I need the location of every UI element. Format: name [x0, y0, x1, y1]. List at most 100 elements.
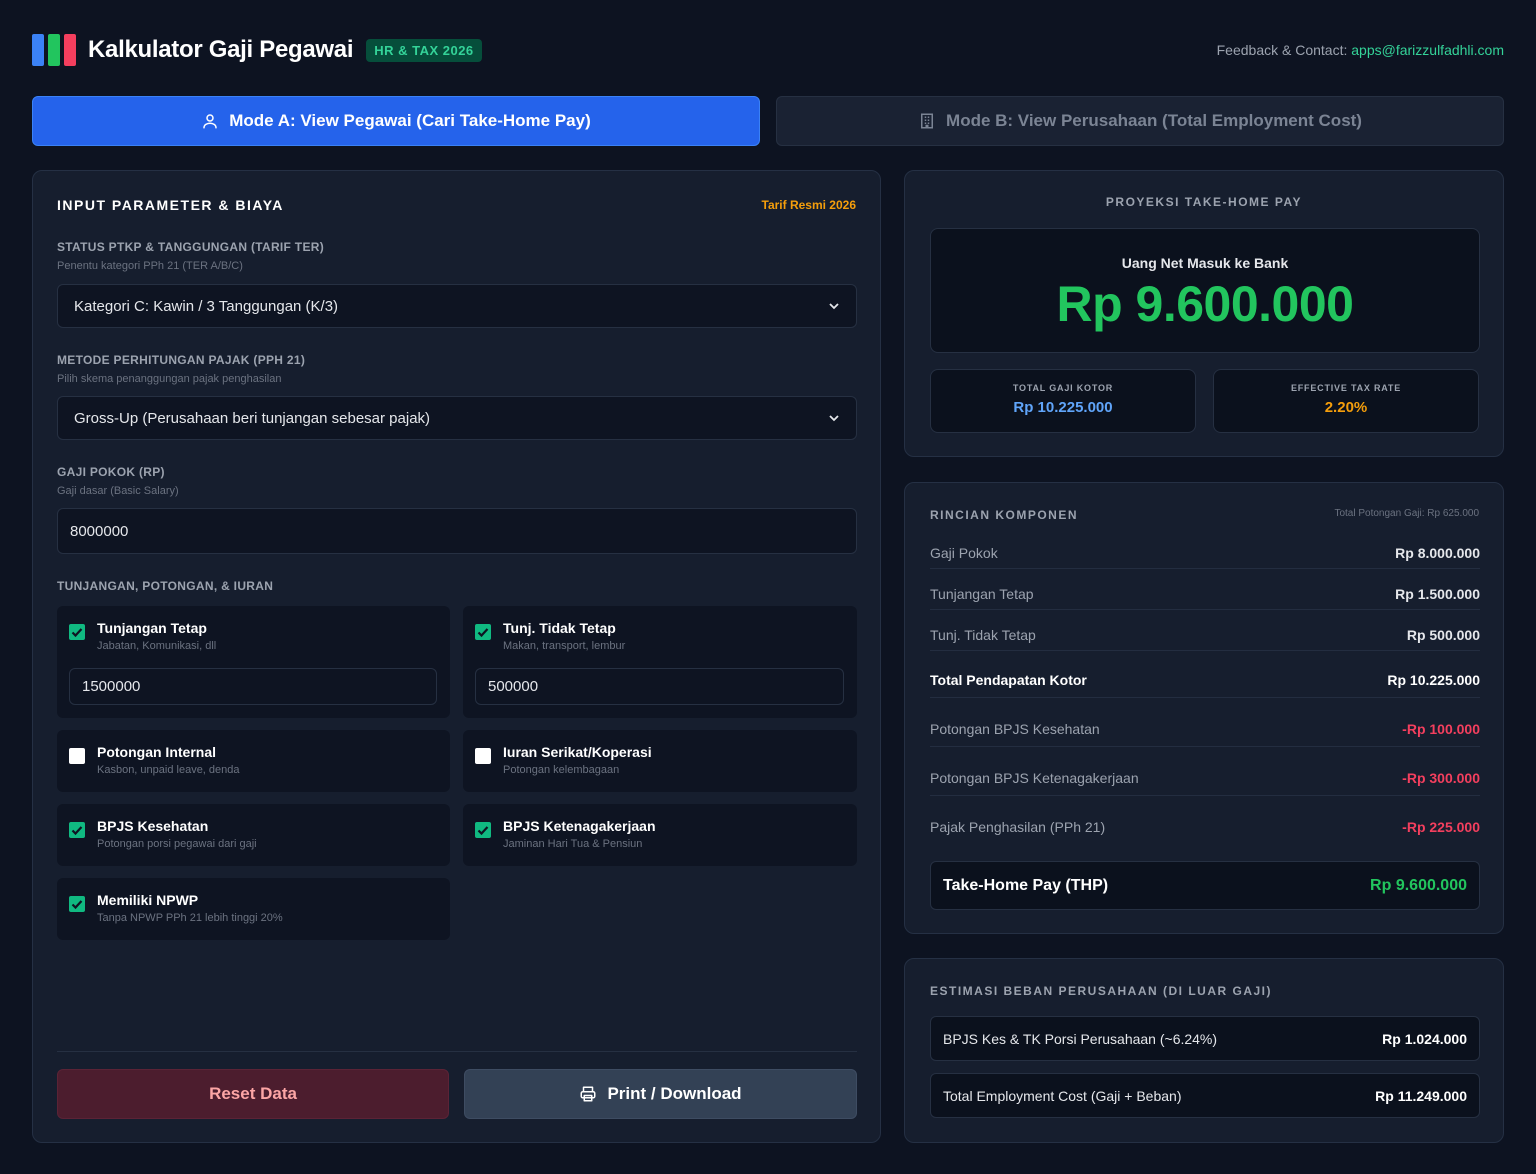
gaji-kotor-label: TOTAL GAJI KOTOR	[1012, 383, 1114, 393]
bpjs-kesehatan-checkbox[interactable]	[69, 822, 85, 838]
net-pay-value: Rp 9.600.000	[1056, 276, 1354, 332]
ptkp-label: STATUS PTKP & TANGGUNGAN (TARIF TER)	[57, 240, 325, 254]
user-icon	[203, 114, 217, 129]
tunjangan-tetap-card: Tunjangan Tetap Jabatan, Komunikasi, dll…	[57, 606, 450, 718]
beban-row-value: Rp 1.024.000	[1382, 1030, 1467, 1047]
bpjs-kesehatan-sub: Potongan porsi pegawai dari gaji	[97, 838, 257, 850]
input-panel-title: INPUT PARAMETER & BIAYA	[57, 197, 284, 213]
beban-panel: ESTIMASI BEBAN PERUSAHAAN (DI LUAR GAJI)…	[904, 958, 1504, 1143]
metode-select-value: Gross-Up (Perusahaan beri tunjangan sebe…	[74, 409, 431, 427]
printer-icon	[580, 1086, 596, 1102]
tunj-tidak-tetap-sub: Makan, transport, lembur	[503, 640, 626, 652]
tab-mode-a[interactable]: Mode A: View Pegawai (Cari Take-Home Pay…	[32, 96, 760, 146]
building-icon	[921, 113, 934, 129]
beban-row: Total Employment Cost (Gaji + Beban) Rp …	[930, 1073, 1480, 1118]
gaji-kotor-box: TOTAL GAJI KOTOR Rp 10.225.000	[930, 369, 1196, 433]
proyeksi-title: PROYEKSI TAKE-HOME PAY	[1105, 195, 1303, 209]
tunj-tidak-tetap-checkbox[interactable]	[475, 624, 491, 640]
tab-mode-b-label: Mode B: View Perusahaan (Total Employmen…	[946, 111, 1362, 130]
tunjangan-tetap-sub: Jabatan, Komunikasi, dll	[97, 640, 217, 652]
contact-info: Feedback & Contact: apps@farizzulfadhli.…	[1217, 42, 1504, 58]
check-icon	[477, 628, 489, 638]
tunjangan-tetap-checkbox[interactable]	[69, 624, 85, 640]
rincian-row: Pajak Penghasilan (PPh 21) -Rp 225.000	[930, 819, 1480, 835]
input-panel: INPUT PARAMETER & BIAYA Tarif Resmi 2026…	[32, 170, 881, 1143]
rincian-row: Tunj. Tidak Tetap Rp 500.000	[930, 627, 1480, 643]
net-pay-label: Uang Net Masuk ke Bank	[1121, 255, 1289, 271]
metode-select[interactable]: Gross-Up (Perusahaan beri tunjangan sebe…	[57, 396, 857, 440]
contact-email-link[interactable]: apps@farizzulfadhli.com	[1351, 42, 1504, 58]
tunj-tidak-tetap-title: Tunj. Tidak Tetap	[503, 620, 616, 636]
tunj-tidak-tetap-card: Tunj. Tidak Tetap Makan, transport, lemb…	[463, 606, 857, 718]
check-icon	[71, 826, 83, 836]
iuran-serikat-checkbox[interactable]	[475, 748, 491, 764]
rincian-row: Potongan BPJS Kesehatan -Rp 100.000	[930, 721, 1480, 737]
npwp-checkbox[interactable]	[69, 896, 85, 912]
beban-row-label: BPJS Kes & TK Porsi Perusahaan (~6.24%)	[943, 1030, 1218, 1047]
thp-value: Rp 9.600.000	[1370, 876, 1467, 894]
reset-button[interactable]: Reset Data	[57, 1069, 449, 1119]
total-potongan: Total Potongan Gaji: Rp 625.000	[1334, 508, 1479, 519]
iuran-serikat-card: Iuran Serikat/Koperasi Potongan kelembag…	[463, 730, 857, 792]
rincian-row-value: Rp 1.500.000	[1395, 586, 1480, 602]
chevron-down-icon	[829, 303, 839, 310]
rincian-row-value: -Rp 300.000	[1402, 770, 1480, 786]
potongan-internal-card: Potongan Internal Kasbon, unpaid leave, …	[57, 730, 450, 792]
bpjs-kesehatan-title: BPJS Kesehatan	[97, 818, 209, 834]
rincian-row-value: Rp 500.000	[1406, 627, 1480, 643]
potongan-internal-checkbox[interactable]	[69, 748, 85, 764]
tunjangan-tetap-input[interactable]: 1500000	[69, 668, 437, 705]
app-title: Kalkulator Gaji Pegawai	[88, 36, 354, 63]
contact-label: Feedback & Contact:	[1216, 42, 1348, 58]
ptkp-select[interactable]: Kategori C: Kawin / 3 Tanggungan (K/3)	[57, 284, 857, 328]
proyeksi-panel: PROYEKSI TAKE-HOME PAY Uang Net Masuk ke…	[904, 170, 1504, 457]
bpjs-ketenagakerjaan-checkbox[interactable]	[475, 822, 491, 838]
metode-label: METODE PERHITUNGAN PAJAK (PPH 21)	[57, 353, 306, 367]
gaji-sub: Gaji dasar (Basic Salary)	[57, 485, 179, 497]
rincian-row-total: Total Pendapatan Kotor Rp 10.225.000	[930, 672, 1480, 688]
rincian-row-label: Gaji Pokok	[930, 545, 998, 561]
gaji-kotor-value: Rp 10.225.000	[1013, 399, 1113, 416]
tab-mode-b[interactable]: Mode B: View Perusahaan (Total Employmen…	[776, 96, 1504, 146]
print-button[interactable]: Print / Download	[464, 1069, 857, 1119]
rincian-row: Gaji Pokok Rp 8.000.000	[930, 545, 1480, 561]
app-logo	[32, 34, 76, 66]
row-divider	[930, 568, 1480, 569]
tunjangan-tetap-title: Tunjangan Tetap	[97, 620, 207, 636]
rincian-row-value: Rp 8.000.000	[1395, 545, 1480, 561]
npwp-title: Memiliki NPWP	[97, 892, 199, 908]
rincian-row-label: Tunj. Tidak Tetap	[930, 627, 1036, 643]
ptkp-select-value: Kategori C: Kawin / 3 Tanggungan (K/3)	[74, 297, 339, 315]
ptkp-sub: Penentu kategori PPh 21 (TER A/B/C)	[57, 260, 243, 272]
rincian-row-value: -Rp 100.000	[1402, 721, 1480, 737]
npwp-card: Memiliki NPWP Tanpa NPWP PPh 21 lebih ti…	[57, 878, 450, 940]
panel-divider	[57, 1051, 857, 1052]
tax-rate-value: 2.20%	[1324, 399, 1368, 416]
check-icon	[477, 826, 489, 836]
metode-sub: Pilih skema penanggungan pajak penghasil…	[57, 373, 282, 385]
tax-rate-box: EFFECTIVE TAX RATE 2.20%	[1213, 369, 1479, 433]
thp-label: Take-Home Pay (THP)	[943, 876, 1109, 894]
gaji-pokok-input[interactable]: 8000000	[57, 508, 857, 554]
thp-box: Take-Home Pay (THP) Rp 9.600.000	[930, 861, 1480, 910]
rincian-row-value: -Rp 225.000	[1402, 819, 1480, 835]
version-badge: HR & TAX 2026	[366, 38, 482, 62]
potongan-internal-title: Potongan Internal	[97, 744, 216, 760]
print-button-label: Print / Download	[607, 1084, 742, 1103]
rincian-row-label: Pajak Penghasilan (PPh 21)	[930, 819, 1106, 835]
row-divider	[930, 795, 1480, 796]
rincian-row: Tunjangan Tetap Rp 1.500.000	[930, 586, 1480, 602]
bpjs-kesehatan-card: BPJS Kesehatan Potongan porsi pegawai da…	[57, 804, 450, 866]
rincian-row-label: Tunjangan Tetap	[930, 586, 1034, 602]
rincian-title: RINCIAN KOMPONEN	[930, 508, 1079, 522]
beban-row: BPJS Kes & TK Porsi Perusahaan (~6.24%) …	[930, 1016, 1480, 1061]
check-icon	[71, 628, 83, 638]
row-divider	[930, 609, 1480, 610]
gaji-label: GAJI POKOK (RP)	[57, 465, 165, 479]
net-pay-box: Uang Net Masuk ke Bank Rp 9.600.000	[930, 228, 1480, 353]
ptkp-label-group: STATUS PTKP & TANGGUNGAN (TARIF TER) Pen…	[57, 240, 324, 272]
rincian-row-label: Potongan BPJS Kesehatan	[930, 721, 1100, 737]
bpjs-ketenagakerjaan-sub: Jaminan Hari Tua & Pensiun	[503, 838, 643, 850]
tunj-tidak-tetap-input[interactable]: 500000	[475, 668, 844, 705]
rincian-row-label: Total Pendapatan Kotor	[930, 672, 1087, 688]
